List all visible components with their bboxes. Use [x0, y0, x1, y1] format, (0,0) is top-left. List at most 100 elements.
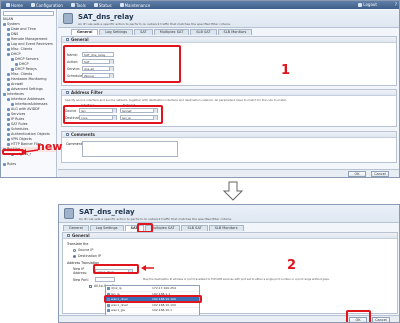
dhcp-icon: [7, 53, 10, 56]
services-icon: [7, 113, 10, 116]
new-annotation: new: [37, 140, 63, 153]
tab-multiplex-sat[interactable]: Multiplex SAT: [153, 29, 190, 35]
page-description: An IP rule sets a specific action to per…: [79, 217, 232, 221]
option-ip: 192.168.10.100: [152, 302, 176, 307]
dhcp-icon: [15, 63, 18, 66]
destination-ip-label: Destination IP: [78, 254, 101, 258]
tab-slb-sat[interactable]: SLB SAT: [190, 29, 217, 35]
rules-icon: [3, 163, 6, 166]
new-port-input[interactable]: [95, 277, 115, 282]
highlight-new-ip: [93, 264, 139, 274]
help-button[interactable]: ?: [395, 2, 397, 7]
source-ip-label: Source IP: [78, 248, 94, 252]
step-number-1: 1: [281, 63, 291, 78]
vpn-icon: [7, 138, 10, 141]
logout-icon: [358, 2, 363, 7]
menu-bar: Home Configuration Tools Status Maintena…: [1, 1, 399, 9]
page-header: SAT_dns_relay An IP rule sets a specific…: [58, 10, 399, 28]
sidebar-search-input[interactable]: [3, 11, 54, 16]
screenshot-step-2: SAT_dns_relay An IP rule sets a specific…: [58, 204, 400, 323]
tab-log-settings[interactable]: Log Settings: [99, 29, 134, 35]
checkbox-icon: [89, 284, 92, 288]
auth-icon: [7, 133, 10, 136]
address-filter-description: Specify source interface and source netw…: [65, 98, 288, 102]
highlight-general-fields: [63, 45, 181, 83]
logout-label: Logout: [363, 2, 377, 7]
destination-ip-option[interactable]: Destination IP: [73, 254, 101, 258]
tab-bar: General Log Settings SAT Multiplex SAT S…: [63, 225, 244, 231]
address-filter-header[interactable]: Address Filter: [62, 90, 396, 96]
tab-log-settings[interactable]: Log Settings: [89, 225, 124, 231]
new-port-row: New Port:: [73, 277, 115, 282]
step-number-2: 2: [287, 258, 297, 273]
collapse-icon: [66, 91, 69, 94]
menu-status-label: Status: [98, 2, 112, 8]
page-title: SAT_dns_relay: [78, 13, 134, 21]
general-panel-header[interactable]: General: [62, 37, 396, 43]
hardware-icon: [7, 78, 10, 81]
cancel-button[interactable]: Cancel: [371, 171, 389, 177]
comments-textarea[interactable]: [82, 141, 178, 157]
menu-maintenance-label: Maintenance: [124, 2, 151, 8]
collapse-icon: [66, 133, 69, 136]
dns-icon: [7, 33, 10, 36]
down-arrow-icon: [222, 181, 244, 201]
comments-panel: Comments Comments:: [61, 131, 397, 163]
home-icon: [6, 3, 10, 7]
translate-label: Translate the: [67, 242, 89, 246]
tab-bar: General Log Settings SAT Multiplex SAT S…: [71, 29, 253, 35]
menu-status[interactable]: Status: [91, 3, 115, 8]
menu-home[interactable]: Home: [3, 3, 26, 8]
folder-icon: [3, 93, 6, 96]
highlight-selected-option: [104, 295, 202, 303]
maintenance-icon: [119, 3, 124, 7]
source-ip-option[interactable]: Source IP: [73, 248, 93, 252]
highlight-address-filter: [63, 105, 163, 124]
cancel-button[interactable]: Cancel: [372, 317, 390, 322]
sat-general-header[interactable]: General: [63, 233, 397, 239]
tab-general[interactable]: General: [71, 29, 99, 35]
tree-item[interactable]: Rules: [1, 162, 56, 167]
traffic-light-icon: [63, 13, 73, 24]
port-note: Map the destination IP address or port t…: [143, 278, 330, 281]
page-description: An IP rule sets a specific action to per…: [78, 22, 231, 26]
traffic-light-icon: [64, 208, 74, 219]
page-header: SAT_dns_relay An IP rule sets a specific…: [59, 205, 399, 223]
logout-button[interactable]: Logout: [358, 2, 377, 7]
remote-icon: [7, 38, 10, 41]
option-name: dmz_ip: [106, 286, 152, 291]
option-ip: 192.168.10.1: [152, 308, 173, 313]
new-ip-label: New IP Address:: [73, 267, 88, 275]
screenshot-step-1: Home Configuration Tools Status Maintena…: [0, 0, 400, 178]
menu-home-label: Home: [11, 2, 23, 8]
menu-configuration-label: Configuration: [35, 2, 63, 8]
option-name: wan1_dns2: [106, 303, 152, 307]
tab-slb-sat[interactable]: SLB SAT: [181, 225, 208, 231]
status-icon: [93, 3, 98, 7]
wrench-icon: [30, 3, 35, 7]
action-bar: OK Cancel: [58, 169, 399, 177]
option-ip: 172.17.100.254: [152, 286, 176, 291]
tab-slb-monitors[interactable]: SLB Monitors: [217, 29, 253, 35]
sat-general-heading: General: [72, 232, 90, 238]
tab-sat[interactable]: SAT: [134, 29, 153, 35]
tab-general[interactable]: General: [63, 225, 89, 231]
tab-slb-monitors[interactable]: SLB Monitors: [208, 225, 244, 231]
new-port-label: New Port:: [73, 277, 89, 282]
pointer-arrow-icon: [141, 265, 154, 271]
menu-maintenance[interactable]: Maintenance: [117, 3, 154, 8]
rules-icon: [7, 118, 10, 121]
clock-icon: [7, 28, 10, 31]
address-icon: [11, 103, 14, 106]
collapse-icon: [66, 38, 69, 41]
clients-icon: [7, 48, 10, 51]
menu-tools[interactable]: Tools: [68, 3, 89, 8]
menu-tools-label: Tools: [75, 2, 86, 8]
tools-icon: [70, 3, 75, 7]
comments-header[interactable]: Comments: [62, 132, 396, 138]
schedule-icon: [7, 128, 10, 131]
ok-button[interactable]: OK: [348, 171, 366, 177]
menu-configuration[interactable]: Configuration: [28, 3, 66, 8]
comments-heading: Comments: [71, 131, 95, 137]
page-title: SAT_dns_relay: [79, 208, 135, 216]
